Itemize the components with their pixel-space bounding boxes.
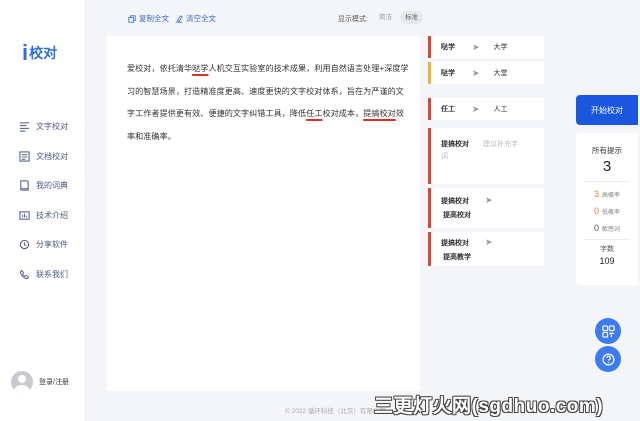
sidebar-nav: 文字校对 文档校对 我的词典 技术介绍 分享软件 联系我们 <box>0 112 86 289</box>
stat-medium-label: 低概率 <box>602 210 621 216</box>
sidebar-item-text-proofread[interactable]: 文字校对 <box>0 112 86 142</box>
login-area[interactable]: 登录/注册 <box>11 371 69 393</box>
suggestion-card[interactable]: 提搞校对 ➤ 提高教学 <box>428 232 544 266</box>
clear-all-label: 清空全文 <box>186 14 216 23</box>
arrow-right-icon: ➤ <box>472 41 480 52</box>
watermark: 三更灯火网(sgdhuo.com) <box>374 396 604 417</box>
sidebar: i 校对 文字校对 文档校对 我的词典 技术介绍 分享软件 联系我们 登录/注册 <box>0 0 86 421</box>
suggestion-card[interactable]: 提搞校对 建议补充字 词 <box>428 128 544 184</box>
stat-low[interactable]: 0 敏感词 <box>576 223 638 233</box>
suggestion-original: 哒学 <box>441 44 455 51</box>
sidebar-item-label: 文字校对 <box>36 122 68 132</box>
suggestion-hint: 词 <box>441 153 448 160</box>
total-hints-count: 3 <box>602 158 612 175</box>
error-word[interactable]: 提搞校对 <box>363 109 396 118</box>
error-word[interactable]: 哒学 <box>192 64 208 73</box>
display-mode-label: 显示模式: <box>338 16 368 23</box>
error-word[interactable]: 任工 <box>306 109 322 118</box>
stat-medium[interactable]: 0 低概率 <box>576 206 638 216</box>
qr-code-icon <box>601 324 615 338</box>
help-button[interactable] <box>595 346 621 372</box>
stat-low-value: 0 <box>593 223 599 233</box>
suggestion-card[interactable]: 哒学 ➤ 大学 <box>428 36 544 58</box>
clear-all-button[interactable]: 清空全文 <box>175 13 216 24</box>
start-proofread-button[interactable]: 开始校对 <box>576 95 638 125</box>
sidebar-item-label: 我的词典 <box>36 181 68 191</box>
sidebar-item-label: 联系我们 <box>36 269 68 279</box>
suggestion-replacement[interactable]: 人工 <box>494 104 508 114</box>
qr-code-button[interactable] <box>595 318 621 344</box>
text-proofread-icon <box>19 122 30 132</box>
suggestion-list: 哒学 ➤ 大学 哒学 ➤ 大堂 任工 ➤ 人工 提搞校对 建议补充字 词 提搞校… <box>428 36 544 270</box>
divider <box>584 181 630 182</box>
copy-icon <box>128 14 136 23</box>
suggestion-card[interactable]: 任工 ➤ 人工 <box>428 98 544 120</box>
logo-mark: i <box>22 40 29 65</box>
sidebar-item-label: 技术介绍 <box>36 210 68 220</box>
stat-medium-value: 0 <box>593 206 599 216</box>
avatar[interactable] <box>11 371 33 393</box>
word-count-value: 109 <box>599 256 615 266</box>
suggestion-replacement[interactable]: 提高教学 <box>443 252 471 262</box>
total-hints-label: 所有提示 <box>592 146 622 155</box>
arrow-right-icon: ➤ <box>485 237 493 247</box>
suggestion-card[interactable]: 哒学 ➤ 大堂 <box>428 62 544 84</box>
arrow-right-icon: ➤ <box>472 67 480 78</box>
stats-panel: 所有提示 3 3 高概率 0 低概率 0 敏感词 字数 109 <box>576 133 638 285</box>
help-icon <box>602 353 614 365</box>
sidebar-item-document-proofread[interactable]: 文档校对 <box>0 142 86 172</box>
stat-low-label: 敏感词 <box>602 227 621 233</box>
stat-high-label: 高概率 <box>602 193 621 199</box>
suggestion-original: 任工 <box>441 106 455 113</box>
stat-high[interactable]: 3 高概率 <box>576 189 638 199</box>
text-segment: 校对成本， <box>322 109 364 118</box>
sidebar-item-dictionary[interactable]: 我的词典 <box>0 171 86 201</box>
text-segment: 爱校对，依托清华 <box>127 64 193 73</box>
sidebar-item-share[interactable]: 分享软件 <box>0 230 86 260</box>
suggestion-original: 提搞校对 <box>441 198 469 205</box>
word-count-label: 字数 <box>600 246 614 253</box>
document-proofread-icon <box>19 151 30 162</box>
sidebar-item-label: 文档校对 <box>36 151 68 161</box>
suggestion-original: 哒学 <box>441 70 455 77</box>
sidebar-item-tech-intro[interactable]: 技术介绍 <box>0 201 86 231</box>
contact-icon <box>19 269 30 279</box>
suggestion-replacement[interactable]: 提高校对 <box>443 210 471 220</box>
suggestion-hint: 建议补充字 <box>483 141 518 148</box>
arrow-right-icon: ➤ <box>485 195 493 205</box>
suggestion-card[interactable]: 提搞校对 ➤ 提高校对 <box>428 188 544 228</box>
mode-option-standard[interactable]: 标准 <box>400 11 423 24</box>
editor-content[interactable]: 爱校对，依托清华哒学人机交互实验室的技术成果，利用自然语言处理+深度学习的智慧场… <box>127 58 409 148</box>
app-logo[interactable]: i 校对 <box>22 40 58 65</box>
login-link[interactable]: 登录/注册 <box>39 377 69 387</box>
stat-high-value: 3 <box>593 189 599 199</box>
copy-all-button[interactable]: 复制全文 <box>128 13 169 24</box>
footer-copyright: © 2022 循环科技（北京）有限公司 <box>285 408 386 415</box>
copy-all-label: 复制全文 <box>139 14 169 23</box>
text-editor[interactable]: 爱校对，依托清华哒学人机交互实验室的技术成果，利用自然语言处理+深度学习的智慧场… <box>107 36 420 391</box>
share-icon <box>19 240 30 250</box>
suggestion-original: 提搞校对 <box>441 240 469 247</box>
suggestion-original: 提搞校对 <box>441 141 469 148</box>
sidebar-item-contact[interactable]: 联系我们 <box>0 260 86 290</box>
clear-icon <box>175 14 183 23</box>
mode-option-simple[interactable]: 简洁 <box>374 11 397 24</box>
arrow-right-icon: ➤ <box>472 103 480 114</box>
logo-text: 校对 <box>29 45 58 61</box>
sidebar-item-label: 分享软件 <box>36 240 68 250</box>
suggestion-replacement[interactable]: 大堂 <box>494 68 508 78</box>
tech-intro-icon <box>19 211 30 220</box>
dictionary-icon <box>20 180 29 191</box>
divider <box>584 239 630 240</box>
suggestion-replacement[interactable]: 大学 <box>494 42 508 52</box>
